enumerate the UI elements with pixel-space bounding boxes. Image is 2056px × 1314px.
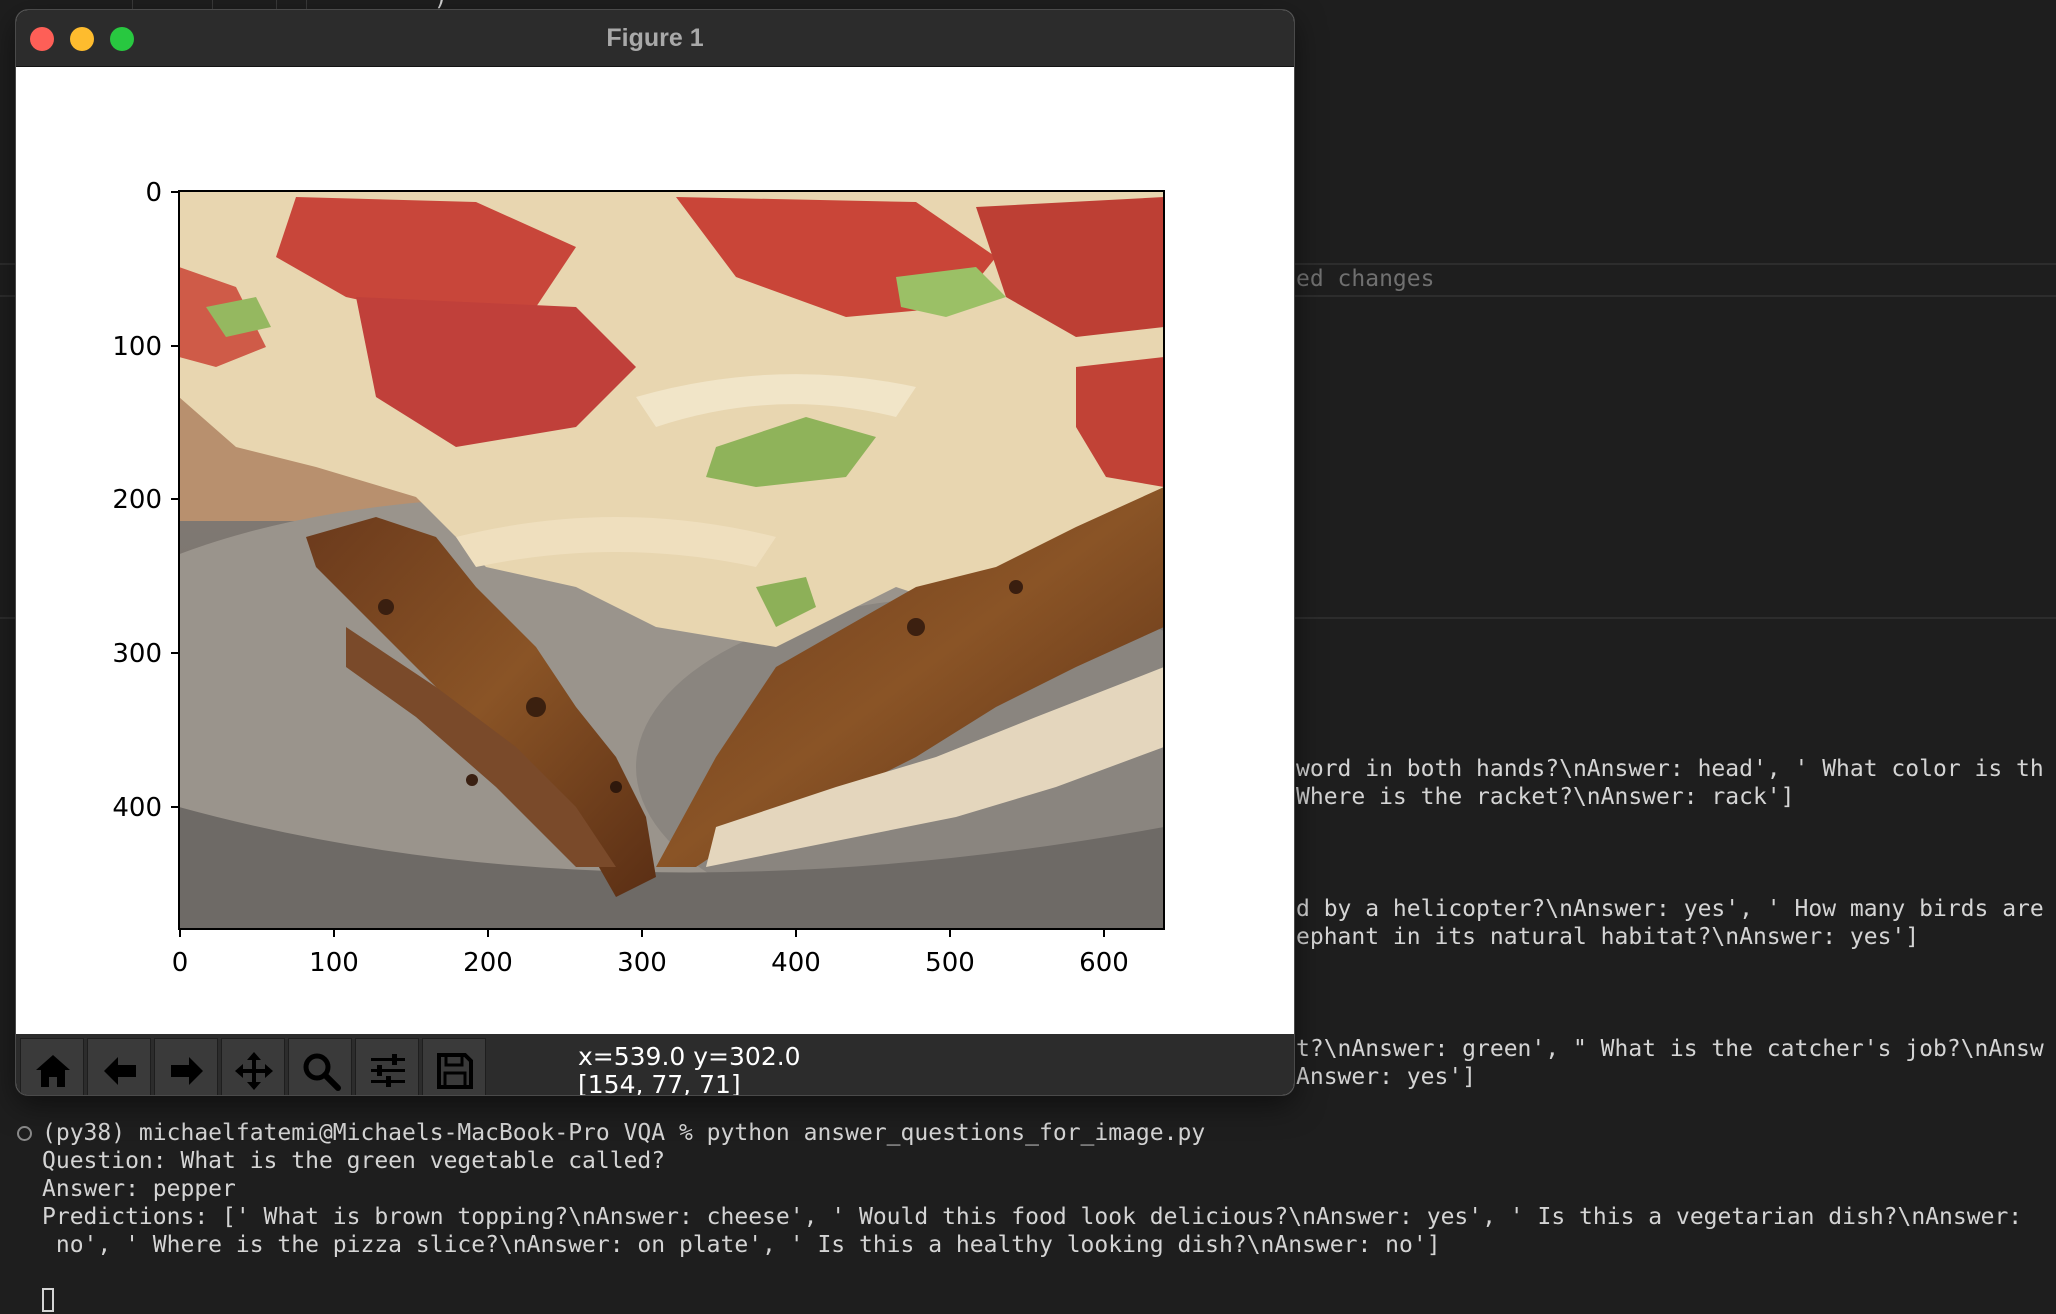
pan-button[interactable] xyxy=(221,1038,285,1095)
pixel-value-readout: [154, 77, 71] xyxy=(578,1070,741,1095)
home-icon xyxy=(36,1055,70,1087)
changes-label: ed changes xyxy=(1296,266,1435,292)
window-title: Figure 1 xyxy=(606,24,704,52)
configure-subplots-icon xyxy=(371,1054,405,1087)
forward-arrow-icon xyxy=(171,1057,203,1085)
terminal-cursor[interactable] xyxy=(42,1288,54,1312)
home-button[interactable] xyxy=(20,1038,84,1095)
back-button[interactable] xyxy=(87,1038,151,1095)
pan-icon xyxy=(235,1052,273,1090)
x-tick-label: 400 xyxy=(771,948,821,978)
terminal-output-line: ephant in its natural habitat?\nAnswer: … xyxy=(1296,924,1920,950)
terminal-output-line: Answer: yes'] xyxy=(1296,1064,1477,1090)
cursor-coordinates: x=539.0 y=302.0 xyxy=(578,1042,801,1071)
x-tick-label: 500 xyxy=(925,948,975,978)
navigation-toolbar: x=539.0 y=302.0 [154, 77, 71] xyxy=(16,1034,1294,1095)
x-tick-label: 300 xyxy=(617,948,667,978)
y-axis: 0 100 200 300 400 xyxy=(112,178,179,823)
terminal-output-line: Where is the racket?\nAnswer: rack'] xyxy=(1296,784,1795,810)
save-icon xyxy=(437,1053,473,1089)
background-tab-strip xyxy=(0,0,400,10)
prompt-status-icon xyxy=(17,1126,32,1141)
save-button[interactable] xyxy=(422,1038,486,1095)
y-tick-label: 100 xyxy=(112,332,162,362)
terminal-question: Question: What is the green vegetable ca… xyxy=(42,1148,666,1174)
x-tick-label: 600 xyxy=(1079,948,1129,978)
zoom-icon xyxy=(303,1053,341,1091)
forward-button[interactable] xyxy=(154,1038,218,1095)
x-tick-label: 200 xyxy=(463,948,513,978)
terminal-predictions-cont: no', ' Where is the pizza slice?\nAnswer… xyxy=(42,1232,1441,1258)
y-tick-label: 400 xyxy=(112,793,162,823)
terminal-predictions: Predictions: [' What is brown topping?\n… xyxy=(42,1204,2023,1230)
y-tick-label: 300 xyxy=(112,639,162,669)
terminal-output-line: word in both hands?\nAnswer: head', ' Wh… xyxy=(1296,756,2044,782)
terminal-output-line: t?\nAnswer: green', " What is the catche… xyxy=(1296,1036,2044,1062)
x-tick-label: 0 xyxy=(172,948,189,978)
figure-canvas[interactable]: 0 100 200 300 400 0 100 200 300 400 500 … xyxy=(16,67,1294,1034)
terminal-output-line: d by a helicopter?\nAnswer: yes', ' How … xyxy=(1296,896,2044,922)
terminal-answer: Answer: pepper xyxy=(42,1176,236,1202)
pizza-slice-photo xyxy=(179,191,1164,929)
x-axis: 0 100 200 300 400 500 600 xyxy=(172,929,1129,978)
configure-subplots-button[interactable] xyxy=(355,1038,419,1095)
x-tick-label: 100 xyxy=(309,948,359,978)
plot-svg: 0 100 200 300 400 0 100 200 300 400 500 … xyxy=(112,178,1165,978)
figure-window[interactable]: Figure 1 0 100 200 300 400 0 100 200 300… xyxy=(16,10,1294,1095)
zoom-button[interactable] xyxy=(288,1038,352,1095)
terminal-prompt: (py38) michaelfatemi@Michaels-MacBook-Pr… xyxy=(42,1120,1206,1146)
y-tick-label: 0 xyxy=(145,178,162,208)
window-titlebar[interactable]: Figure 1 xyxy=(16,10,1294,67)
y-tick-label: 200 xyxy=(112,485,162,515)
back-arrow-icon xyxy=(104,1057,136,1085)
